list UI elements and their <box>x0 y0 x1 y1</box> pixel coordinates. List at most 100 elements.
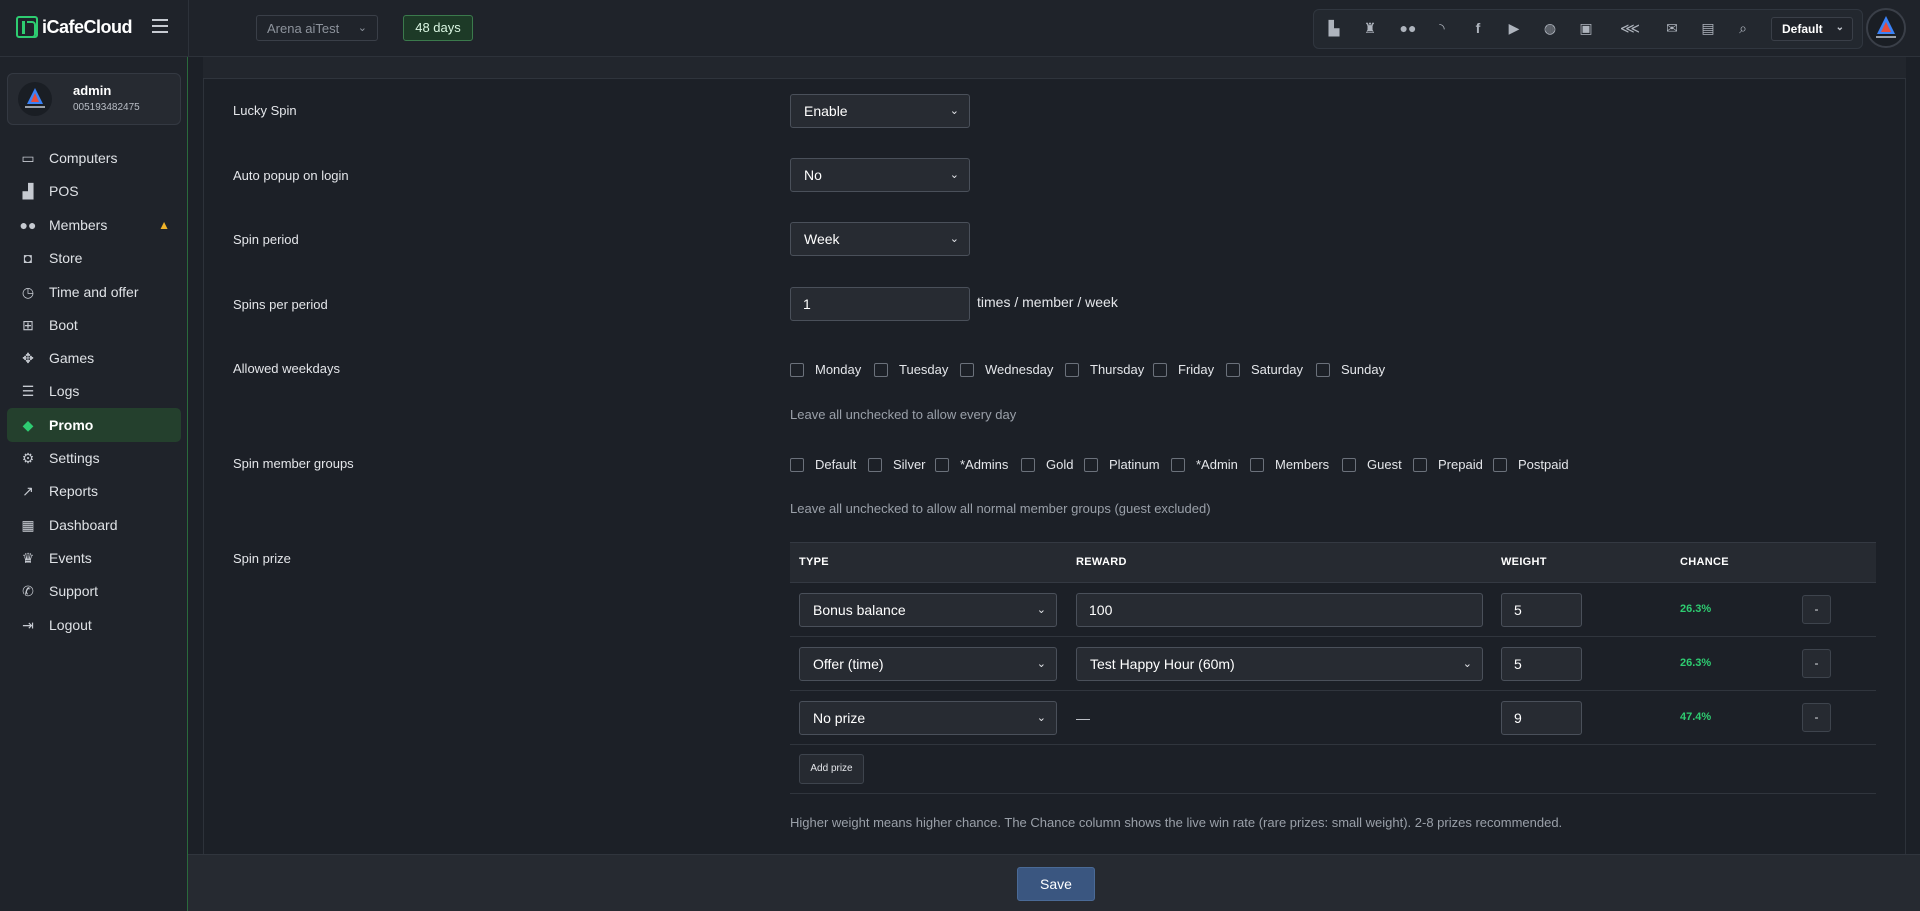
icafe-logo-icon <box>16 16 38 38</box>
table-row: Bonus balance ⌄ 100 5 26.3% - <box>790 583 1876 637</box>
member-groups-label: Spin member groups <box>233 456 354 471</box>
avatar[interactable] <box>1866 8 1906 48</box>
sidebar-item-reports[interactable]: ↗ Reports <box>7 474 181 508</box>
sidebar-item-logs[interactable]: ☰ Logs <box>7 374 181 408</box>
sidebar-item-boot[interactable]: ⊞ Boot <box>7 308 181 342</box>
sidebar-item-dashboard[interactable]: ▦ Dashboard <box>7 508 181 542</box>
checkbox-label: Tuesday <box>899 362 949 377</box>
group-checkbox-admin[interactable]: *Admin <box>1171 457 1238 472</box>
checkbox-label: Saturday <box>1251 362 1304 377</box>
globe-icon[interactable]: ◍ <box>1541 19 1559 37</box>
column-header-chance: CHANCE <box>1680 556 1729 568</box>
prize-type-select[interactable]: Offer (time) ⌄ <box>799 647 1057 681</box>
group-checkbox-gold[interactable]: Gold <box>1021 457 1073 472</box>
remove-prize-button[interactable]: - <box>1802 703 1831 732</box>
prize-weight-input[interactable]: 5 <box>1501 593 1582 627</box>
chevron-down-icon: ⌄ <box>1036 604 1046 616</box>
group-checkbox-prepaid[interactable]: Prepaid <box>1413 457 1483 472</box>
group-checkbox-members[interactable]: Members <box>1250 457 1329 472</box>
sidebar-item-computers[interactable]: ▭ Computers <box>7 141 181 175</box>
sidebar-item-store[interactable]: ◘ Store <box>7 241 181 275</box>
checkbox-label: Postpaid <box>1518 457 1569 472</box>
weekday-checkbox-saturday[interactable]: Saturday <box>1226 362 1303 377</box>
mail-icon[interactable]: ✉ <box>1663 19 1681 37</box>
sidebar-item-promo[interactable]: ◆ Promo <box>7 408 181 442</box>
prize-type-value: Bonus balance <box>813 602 906 618</box>
prize-weight-input[interactable]: 9 <box>1501 701 1582 735</box>
weekday-checkbox-sunday[interactable]: Sunday <box>1316 362 1385 377</box>
prize-type-value: No prize <box>813 710 866 726</box>
handshake-icon[interactable]: ⋘ <box>1619 19 1641 37</box>
checkbox-label: Wednesday <box>985 362 1054 377</box>
chevron-down-icon: ⌄ <box>949 233 959 245</box>
add-prize-button[interactable]: Add prize <box>799 754 864 784</box>
remove-prize-button[interactable]: - <box>1802 595 1831 624</box>
prize-type-select[interactable]: Bonus balance ⌄ <box>799 593 1057 627</box>
chat-icon[interactable]: ▤ <box>1699 19 1717 37</box>
prize-weight-input[interactable]: 5 <box>1501 647 1582 681</box>
weekday-checkbox-wednesday[interactable]: Wednesday <box>960 362 1053 377</box>
group-checkbox-platinum[interactable]: Platinum <box>1084 457 1160 472</box>
checkbox-label: Default <box>815 457 857 472</box>
sidebar-item-members[interactable]: ●● Members ▲ <box>7 208 181 242</box>
trophy-icon[interactable]: ♜ <box>1361 19 1379 37</box>
checkbox-box <box>1021 457 1035 472</box>
group-checkbox-guest[interactable]: Guest <box>1342 457 1402 472</box>
spin-period-select[interactable]: Week ⌄ <box>790 222 970 256</box>
lucky-spin-value: Enable <box>804 103 848 119</box>
youtube-icon[interactable]: ▶ <box>1505 19 1523 37</box>
prize-chance: 47.4% <box>1680 711 1712 723</box>
gear-icon: ⚙ <box>21 449 35 466</box>
prize-type-select[interactable]: No prize ⌄ <box>799 701 1057 735</box>
facebook-icon[interactable]: f <box>1469 19 1487 37</box>
user-avatar <box>18 82 52 116</box>
app-logo-text: iCafeCloud <box>42 16 133 37</box>
sidebar-item-time-and-offer[interactable]: ◷ Time and offer <box>7 275 181 309</box>
group-checkbox-default[interactable]: Default <box>790 457 856 472</box>
sidebar-item-settings[interactable]: ⚙ Settings <box>7 441 181 475</box>
group-checkbox-admins[interactable]: *Admins <box>935 457 1008 472</box>
sidebar-item-logout[interactable]: ⇥ Logout <box>7 608 181 642</box>
members-icon: ●● <box>19 217 37 233</box>
group-checkbox-silver[interactable]: Silver <box>868 457 926 472</box>
group-checkbox-postpaid[interactable]: Postpaid <box>1493 457 1569 472</box>
menu-toggle-icon[interactable] <box>152 19 168 33</box>
rss-icon[interactable]: ◝ <box>1433 19 1451 37</box>
phone-icon: ✆ <box>22 582 34 599</box>
user-card[interactable]: admin 005193482475 <box>7 73 181 125</box>
spin-prize-help-text: Higher weight means higher chance. The C… <box>790 815 1563 830</box>
logout-icon: ⇥ <box>22 616 34 633</box>
weekday-checkbox-tuesday[interactable]: Tuesday <box>874 362 948 377</box>
theme-select-value: Default <box>1782 22 1823 36</box>
theme-select[interactable]: Default ⌄ <box>1771 17 1853 41</box>
sidebar-item-support[interactable]: ✆ Support <box>7 574 181 608</box>
column-header-reward: REWARD <box>1076 556 1127 568</box>
sidebar-item-label: Logout <box>49 617 92 633</box>
leaderboard-icon[interactable]: ▙ <box>1325 19 1343 37</box>
sidebar-item-pos[interactable]: ▟ POS <box>7 174 181 208</box>
prize-reward-input[interactable]: 100 <box>1076 593 1483 627</box>
auto-popup-label: Auto popup on login <box>233 168 349 183</box>
checkbox-label: Friday <box>1178 362 1215 377</box>
prize-reward-select[interactable]: Test Happy Hour (60m) ⌄ <box>1076 647 1483 681</box>
save-button[interactable]: Save <box>1017 867 1095 901</box>
weekday-checkbox-thursday[interactable]: Thursday <box>1065 362 1144 377</box>
app-logo[interactable]: iCafeCloud <box>16 16 133 38</box>
icafe-icon[interactable]: ▣ <box>1577 19 1595 37</box>
users-icon[interactable]: ●● <box>1397 19 1419 37</box>
spins-per-period-input[interactable]: 1 <box>790 287 970 321</box>
sidebar-item-games[interactable]: ✥ Games <box>7 341 181 375</box>
remove-prize-button[interactable]: - <box>1802 649 1831 678</box>
sidebar-item-events[interactable]: ♛ Events <box>7 541 181 575</box>
weekday-checkbox-monday[interactable]: Monday <box>790 362 861 377</box>
weekday-checkbox-friday[interactable]: Friday <box>1153 362 1214 377</box>
header-divider <box>188 0 189 57</box>
checkbox-label: *Admin <box>1196 457 1238 472</box>
search-icon[interactable]: ⌕ <box>1734 19 1752 37</box>
spins-per-period-label: Spins per period <box>233 297 328 312</box>
checkbox-label: *Admins <box>960 457 1009 472</box>
auto-popup-select[interactable]: No ⌄ <box>790 158 970 192</box>
checkbox-label: Thursday <box>1090 362 1145 377</box>
lucky-spin-select[interactable]: Enable ⌄ <box>790 94 970 128</box>
arena-select[interactable]: Arena aiTest ⌄ <box>256 15 378 41</box>
